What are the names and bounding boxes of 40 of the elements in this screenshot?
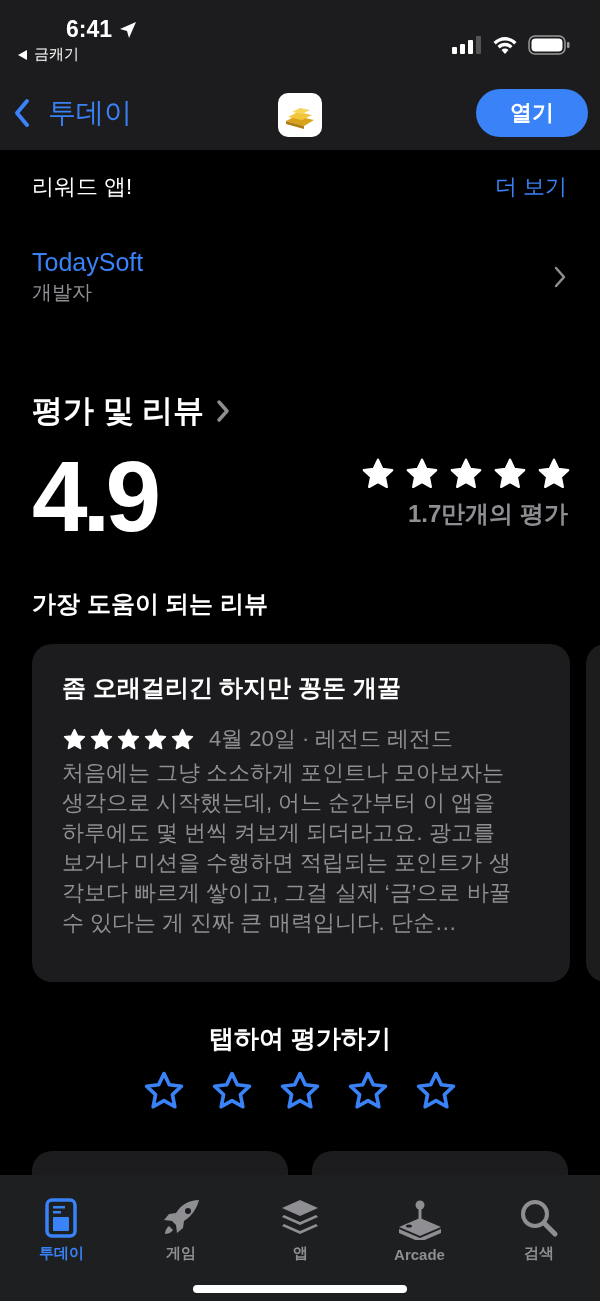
open-button[interactable]: 열기 — [476, 88, 588, 137]
app-icon — [278, 93, 322, 137]
tab-bar-item[interactable]: Arcade — [374, 1183, 465, 1263]
chevron-right-icon — [554, 266, 566, 288]
developer-name: TodaySoft — [32, 248, 144, 277]
signal-icon — [452, 36, 482, 54]
back-to-app-link[interactable]: 금캐기 — [34, 45, 79, 64]
tap-to-rate-label: 탭하여 평가하기 — [208, 1023, 392, 1054]
location-arrow-icon — [118, 19, 139, 40]
section-title: 가장 도움이 되는 리뷰 — [32, 589, 269, 619]
tab-bar-item[interactable]: 게임 — [135, 1183, 226, 1263]
tab-bar-item[interactable]: 검색 — [494, 1183, 584, 1263]
tab-bar-item[interactable]: 앱 — [255, 1183, 345, 1263]
wifi-icon — [492, 36, 518, 54]
back-button[interactable]: 투데이 — [14, 93, 132, 132]
back-chevron-icon — [14, 97, 30, 128]
rating-count: 1.7만개의 평가 — [407, 499, 568, 529]
star-icon — [89, 726, 114, 752]
star-icon — [116, 726, 141, 752]
battery-icon — [528, 35, 570, 55]
star-icon — [143, 726, 168, 752]
review-title: 좀 오래걸리긴 하지만 꽁돈 개꿀 — [62, 673, 402, 703]
review-meta: 4월 20일 · 레전드 레전드 — [209, 725, 454, 753]
developer-label: 개발자 — [32, 280, 93, 305]
average-rating: 4.9 — [32, 446, 156, 546]
description-text: 리워드 앱! — [32, 173, 133, 201]
tab-bar-item[interactable]: 투데이 — [16, 1183, 106, 1263]
back-triangle-icon — [18, 49, 28, 60]
status-time: 6:41 — [66, 16, 113, 43]
review-text: 처음에는 그냥 소소하게 포인트나 모아보자는 생각으로 시작했는데, 어느 순간부터 이 앱을 하루에도 몇 번씩 켜보게 되더라고요. 광고를 보거나 미션을 수행하면 적립되는 포인트가 생각보다 빠르게 쌓이고, 그걸 실제 ‘금’으로 바꿀 수 있다는 게 진짜 큰 매력입니다. 단순… — [62, 759, 512, 937]
joystick-icon — [396, 1200, 443, 1240]
chevron-right-icon — [216, 399, 231, 423]
ratings-header[interactable]: 평가 및 리뷰 — [32, 390, 568, 432]
today-page-icon — [45, 1198, 77, 1238]
review-card[interactable]: 좀 오래걸리긴 하지만 꽁돈 개꿀 4월 20일 · 레전드 레전드 처음에는 그냥 소소하게 포인트나 모아보자는 생각으로 시작했는데, 어느 순간부터 이 앱을 하루에도 몇 번씩 켜보게 되더라고요. 광고를 보거나 미션을 수행하면 적립되는 포인트가 생각보다 빠르게 쌓이고, 그걸 실제 ‘금’으로 바꿀 수 있다는 게 진짜 큰 매력입니다. 단순… — [32, 644, 570, 982]
star-icon — [170, 726, 195, 752]
star-icon — [62, 726, 87, 752]
more-link[interactable]: 더 보기 — [494, 172, 567, 202]
developer-row[interactable]: TodaySoft 개발자 — [32, 248, 568, 306]
search-icon — [519, 1198, 559, 1238]
